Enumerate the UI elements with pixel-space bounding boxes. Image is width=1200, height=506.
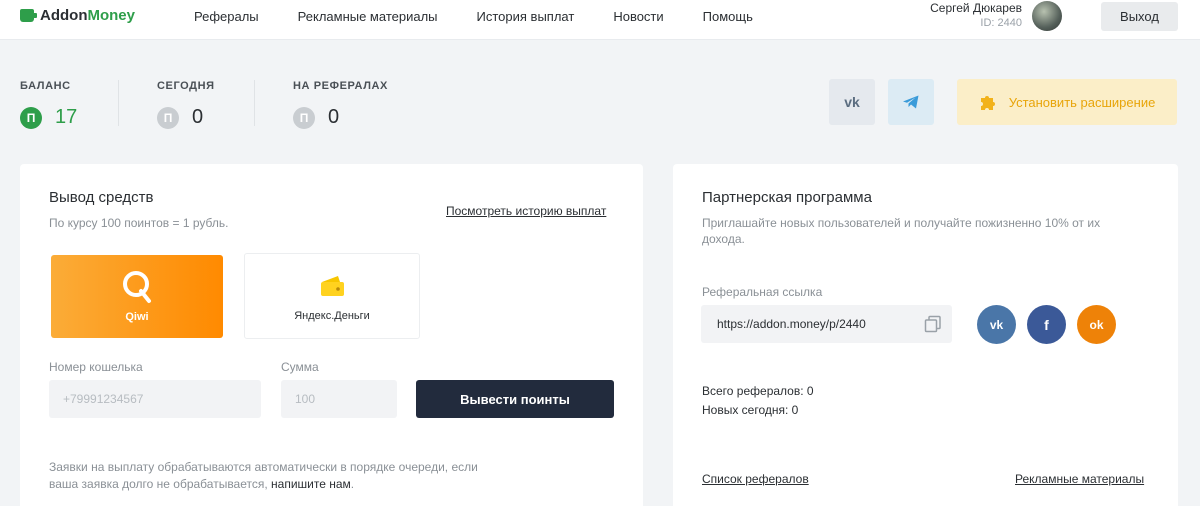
stat-label: БАЛАНС [20,80,71,92]
points-coin-icon: П [293,106,315,129]
stat-value: 17 [55,106,78,128]
copy-icon[interactable] [924,315,942,333]
withdraw-card: Вывод средств По курсу 100 поинтов = 1 р… [20,164,643,506]
wallet-number-input[interactable] [49,380,261,418]
points-coin-icon: П [20,106,42,129]
stat-value: 0 [192,106,204,128]
stat-value: 0 [328,106,340,128]
telegram-button[interactable] [888,79,934,125]
main-nav: Рефералы Рекламные материалы История вып… [194,9,792,24]
user-id: ID: 2440 [980,17,1022,29]
withdraw-note: Заявки на выплату обрабатываются автомат… [49,459,489,493]
referral-link-value: https://addon.money/p/2440 [717,317,866,331]
new-today: Новых сегодня: 0 [702,403,799,417]
logo-text-money: Money [87,7,135,24]
user-name: Сергей Дюкарев [930,1,1022,15]
wallet-icon [20,9,37,22]
qiwi-label: Qiwi [125,311,149,323]
wallet-number-label: Номер кошелька [49,360,143,374]
payment-method-qiwi[interactable]: Qiwi [51,255,223,338]
nav-ad-materials[interactable]: Рекламные материалы [298,9,438,24]
stat-label: СЕГОДНЯ [157,80,215,92]
nav-news[interactable]: Новости [613,9,663,24]
withdraw-title: Вывод средств [49,189,154,206]
contact-us-link[interactable]: напишите нам [271,477,351,491]
referral-link-field[interactable]: https://addon.money/p/2440 [701,305,952,343]
install-extension-button[interactable]: Установить расширение [957,79,1177,125]
top-header: Addon Money Рефералы Рекламные материалы … [0,0,1200,40]
nav-referrals[interactable]: Рефералы [194,9,259,24]
ad-materials-link[interactable]: Рекламные материалы [1015,472,1144,486]
points-coin-icon: П [157,106,179,129]
odnoklassniki-icon: ok [1089,317,1104,332]
note-end: . [350,477,355,491]
amount-input[interactable] [281,380,397,418]
vk-icon: vk [844,94,860,110]
logo[interactable]: Addon Money [20,7,135,24]
yandex-wallet-icon [321,276,344,296]
yandex-label: Яндекс.Деньги [294,310,370,322]
referrals-list-link[interactable]: Список рефералов [702,472,809,486]
partner-description: Приглашайте новых пользователей и получа… [702,216,1101,246]
withdraw-points-button[interactable]: Вывести поинты [416,380,614,418]
logo-text-addon: Addon [40,7,88,24]
avatar[interactable] [1032,1,1062,31]
telegram-icon [903,95,919,109]
qiwi-icon [123,271,151,303]
user-info: Сергей Дюкарев ID: 2440 [930,1,1022,31]
puzzle-icon [980,96,995,110]
install-extension-label: Установить расширение [1008,94,1156,110]
logout-button[interactable]: Выход [1101,2,1178,31]
share-facebook-button[interactable]: f [1027,305,1066,344]
stat-label: НА РЕФЕРАЛАХ [293,80,388,92]
payment-method-yandex[interactable]: Яндекс.Деньги [244,253,420,339]
facebook-icon: f [1044,316,1049,333]
share-vk-button[interactable]: vk [977,305,1016,344]
share-odnoklassniki-button[interactable]: ok [1077,305,1116,344]
partner-title: Партнерская программа [702,189,872,206]
stat-divider [254,80,255,126]
stat-today: СЕГОДНЯ П0 [157,80,215,129]
payout-history-link[interactable]: Посмотреть историю выплат [446,204,606,218]
partner-card: Партнерская программа Приглашайте новых … [673,164,1178,506]
amount-label: Сумма [281,360,319,374]
stat-balance: БАЛАНС П 17 [20,80,77,129]
nav-help[interactable]: Помощь [703,9,753,24]
total-referrals: Всего рефералов: 0 [702,384,814,398]
stat-divider [118,80,119,126]
vk-icon: vk [989,317,1004,332]
referral-link-label: Реферальная ссылка [702,285,823,299]
withdraw-rate: По курсу 100 поинтов = 1 рубль. [49,216,229,230]
note-text: Заявки на выплату обрабатываются автомат… [49,460,478,491]
stat-referrals: НА РЕФЕРАЛАХ П0 [293,80,388,129]
vk-button[interactable]: vk [829,79,875,125]
nav-payout-history[interactable]: История выплат [477,9,575,24]
